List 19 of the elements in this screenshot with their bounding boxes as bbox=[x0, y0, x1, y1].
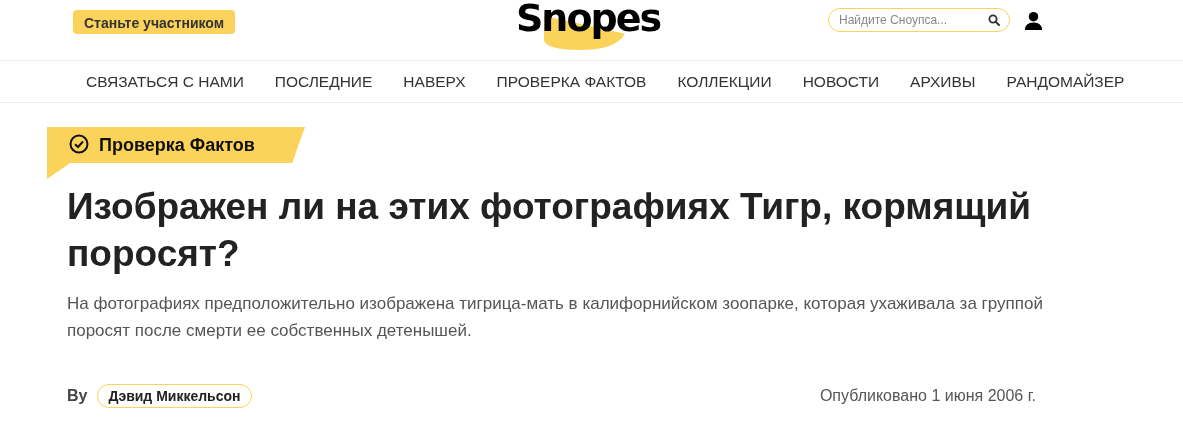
nav-link[interactable]: КОЛЛЕКЦИИ bbox=[677, 72, 772, 91]
nav-link[interactable]: НОВОСТИ bbox=[802, 72, 880, 91]
publish-date: Опубликовано 1 июня 2006 г. bbox=[819, 387, 1036, 405]
category-banner[interactable]: Проверка Фактов bbox=[47, 127, 305, 179]
user-icon[interactable] bbox=[1024, 10, 1043, 30]
article-subtitle: На фотографиях предположительно изображена тигрица-мать в калифорнийском зоопарке, которая ухаживала за группой поросят после смерти ее собственных детенышей. bbox=[67, 293, 1044, 342]
byline-label: By bbox=[67, 387, 88, 405]
nav-link[interactable]: НАВЕРХ bbox=[403, 72, 466, 91]
join-button[interactable]: Станьте участником bbox=[73, 9, 236, 34]
search-field[interactable]: Найдите Сноупса... bbox=[828, 8, 1010, 32]
nav-link[interactable]: ПРОВЕРКА ФАКТОВ bbox=[496, 72, 647, 91]
search-icon[interactable] bbox=[988, 14, 1000, 26]
article-title: Изображен ли на этих фотографиях Тигр, кормящий поросят? bbox=[67, 185, 1032, 276]
nav-link[interactable]: РАНДОМАЙЗЕР bbox=[1006, 72, 1125, 91]
nav-link[interactable]: СВЯЗАТЬСЯ С НАМИ bbox=[86, 72, 244, 91]
nav-link[interactable]: ПОСЛЕДНИЕ bbox=[274, 72, 373, 91]
logo-link[interactable]: Snopes bbox=[516, 0, 661, 42]
nav-link[interactable]: АРХИВЫ bbox=[910, 72, 976, 91]
check-circle-icon bbox=[69, 134, 89, 154]
